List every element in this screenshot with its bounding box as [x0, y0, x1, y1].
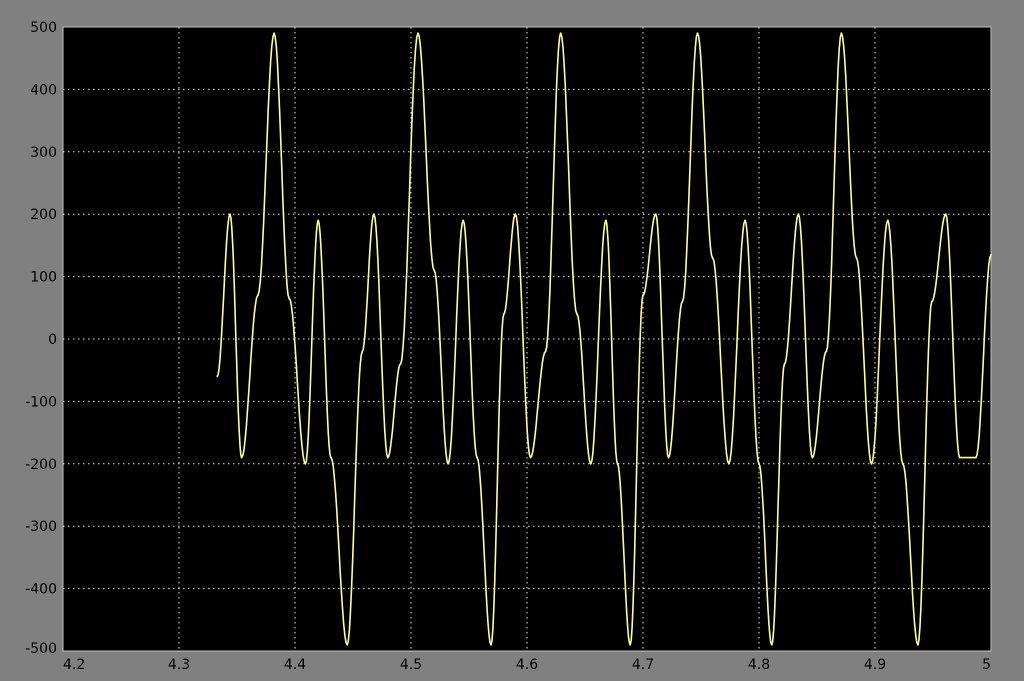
x-tick-label: 4.8 [748, 657, 770, 673]
y-tick-label: 500 [30, 20, 57, 36]
x-tick-label: 4.9 [864, 657, 886, 673]
signal-point [696, 32, 699, 35]
x-tick-label: 4.2 [63, 657, 85, 673]
y-tick-label: 400 [30, 82, 57, 98]
signal-point [825, 350, 828, 353]
signal-point [711, 256, 714, 259]
signal-point [654, 213, 657, 216]
signal-point [744, 219, 746, 222]
signal-point [855, 256, 858, 259]
signal-point [575, 313, 578, 315]
signal-point [514, 213, 517, 216]
signal-point [797, 213, 800, 216]
signal-point [317, 219, 320, 222]
y-tick-label: -500 [25, 641, 57, 657]
signal-point [502, 313, 505, 315]
signal-point [681, 300, 684, 303]
signal-point [840, 32, 843, 35]
signal-point [256, 294, 259, 297]
signal-point [288, 297, 291, 300]
signal-point [240, 456, 243, 459]
signal-point [811, 456, 814, 459]
signal-point [216, 375, 219, 378]
y-tick-label: 100 [30, 270, 57, 286]
y-tick-label: 300 [30, 145, 57, 161]
signal-point [589, 462, 592, 465]
signal-point [629, 643, 632, 646]
signal-point [727, 462, 730, 465]
signal-point [783, 363, 786, 365]
signal-point [417, 32, 419, 35]
signal-point [490, 643, 492, 646]
signal-point [447, 462, 450, 465]
signal-point [886, 219, 889, 222]
signal-point [462, 219, 465, 222]
y-axis-ticks: 500 400 300 200 100 0 -100 -200 -300 -400 -500 [25, 20, 57, 657]
signal-point [304, 462, 307, 465]
signal-point [386, 456, 389, 459]
y-tick-label: -400 [25, 582, 57, 598]
y-tick-label: -200 [25, 457, 57, 473]
signal-point [944, 213, 947, 216]
signal-point [616, 462, 619, 465]
signal-point [361, 350, 364, 353]
signal-point [273, 32, 276, 35]
signal-point [559, 32, 562, 35]
x-tick-label: 4.7 [632, 657, 654, 673]
signal-point [990, 253, 992, 256]
signal-point [346, 643, 349, 646]
signal-point [975, 456, 977, 459]
signal-point [604, 219, 607, 222]
signal-point [667, 456, 670, 459]
x-tick-label: 4.4 [284, 657, 306, 673]
y-tick-label: 200 [30, 207, 57, 223]
signal-point [229, 213, 231, 216]
signal-point [399, 363, 402, 365]
signal-point [433, 269, 436, 272]
signal-point [917, 643, 919, 646]
signal-point [958, 456, 961, 459]
signal-point [930, 300, 933, 303]
x-tick-label: 4.3 [168, 657, 190, 673]
signal-point [330, 456, 332, 459]
y-tick-label: 0 [48, 332, 57, 348]
y-tick-label: -300 [25, 519, 57, 535]
signal-point [372, 213, 375, 216]
signal-point [870, 462, 873, 465]
signal-point [901, 462, 904, 465]
x-axis-ticks: 4.2 4.3 4.4 4.5 4.6 4.7 4.8 4.9 5 [63, 657, 991, 673]
signal-point [544, 350, 547, 353]
x-tick-label: 4.6 [516, 657, 538, 673]
y-tick-label: -100 [25, 394, 57, 410]
x-tick-label: 4.5 [400, 657, 422, 673]
signal-point [642, 294, 644, 297]
signal-point [529, 456, 532, 459]
signal-point [476, 456, 479, 459]
x-tick-label: 5 [982, 657, 991, 673]
signal-point [770, 643, 773, 646]
signal-point [758, 462, 760, 465]
scope-plot: 4.2 4.3 4.4 4.5 4.6 4.7 4.8 4.9 5 500 400 300 200 10… [25, 20, 992, 673]
